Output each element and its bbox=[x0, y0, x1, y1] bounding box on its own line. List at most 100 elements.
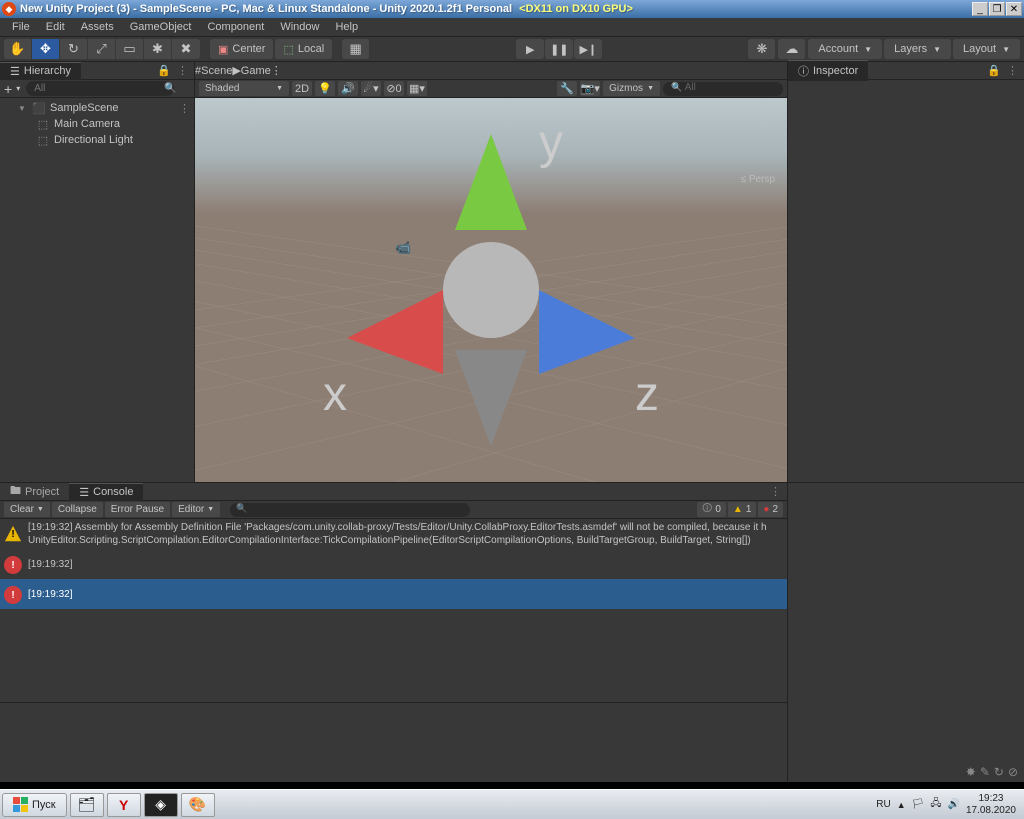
console-entry[interactable]: ! [19:19:32] bbox=[0, 549, 787, 579]
folder-icon: 🖿 bbox=[10, 482, 21, 501]
info-icon: 🛈 bbox=[702, 501, 712, 518]
svg-text:x: x bbox=[323, 368, 347, 421]
gameobject-main-camera[interactable]: ⬚Main Camera bbox=[0, 116, 194, 132]
status-icon[interactable]: ✸ bbox=[966, 765, 976, 779]
panel-menu-icon[interactable]: ⋮ bbox=[1007, 64, 1018, 77]
status-icon[interactable]: ✎ bbox=[980, 765, 990, 779]
tools-icon[interactable]: 🔧 bbox=[557, 81, 577, 96]
windows-taskbar: Пуск 🗂 Y ◈ 🎨 RU ▲ 🏳 🖧 🔊 19:23 17.08.2020 bbox=[0, 789, 1024, 819]
play-button[interactable]: ▶ bbox=[516, 39, 544, 59]
tray-volume-icon[interactable]: 🔊 bbox=[947, 799, 959, 810]
pivot-local-toggle[interactable]: ⬚Local bbox=[275, 39, 332, 59]
scene-root[interactable]: ▼⬛SampleScene⋮ bbox=[0, 100, 194, 116]
panel-lock-icon[interactable]: 🔒 bbox=[157, 64, 171, 77]
console-search[interactable]: 🔍 bbox=[230, 503, 470, 517]
error-pause-button[interactable]: Error Pause bbox=[105, 502, 170, 517]
gameobject-directional-light[interactable]: ⬚Directional Light bbox=[0, 132, 194, 148]
taskbar-app-unity[interactable]: ◈ bbox=[144, 793, 178, 817]
pivot-center-toggle[interactable]: ▣Center bbox=[210, 39, 273, 59]
info-count-badge[interactable]: 🛈0 bbox=[697, 502, 726, 517]
hierarchy-tree[interactable]: ▼⬛SampleScene⋮ ⬚Main Camera ⬚Directional… bbox=[0, 98, 194, 482]
step-button[interactable]: ▶❙ bbox=[574, 39, 602, 59]
panel-lock-icon[interactable]: 🔒 bbox=[987, 64, 1001, 77]
scale-tool[interactable]: ⤢ bbox=[88, 39, 116, 59]
snap-toggle[interactable]: ▦ bbox=[342, 39, 370, 59]
cloud-button[interactable]: ☁ bbox=[778, 39, 806, 59]
scene-search[interactable]: 🔍 All bbox=[663, 82, 783, 96]
taskbar-app-explorer[interactable]: 🗂 bbox=[70, 793, 104, 817]
panel-menu-icon[interactable]: ⋮ bbox=[271, 65, 282, 77]
taskbar-clock[interactable]: 19:23 17.08.2020 bbox=[966, 793, 1016, 817]
taskbar-app-paint[interactable]: 🎨 bbox=[181, 793, 215, 817]
transform-tool[interactable]: ✱ bbox=[144, 39, 172, 59]
error-icon: ! bbox=[4, 556, 22, 574]
editor-dropdown[interactable]: Editor▼ bbox=[172, 502, 220, 517]
windows-logo-icon bbox=[13, 797, 28, 812]
custom-tool[interactable]: ✖ bbox=[172, 39, 200, 59]
rotate-tool[interactable]: ↻ bbox=[60, 39, 88, 59]
hierarchy-search[interactable] bbox=[26, 81, 174, 96]
taskbar-app-yandex[interactable]: Y bbox=[107, 793, 141, 817]
status-icon[interactable]: ⊘ bbox=[1008, 765, 1018, 779]
inspector-panel: ⓘInspector 🔒 ⋮ bbox=[787, 62, 1024, 482]
warn-count-badge[interactable]: ▲1 bbox=[728, 502, 756, 517]
hidden-toggle[interactable]: ⊘0 bbox=[384, 81, 404, 96]
maximize-button[interactable]: ❐ bbox=[989, 2, 1005, 16]
tray-network-icon[interactable]: 🖧 bbox=[930, 796, 941, 813]
pause-button[interactable]: ❚❚ bbox=[545, 39, 573, 59]
layers-dropdown[interactable]: Layers▼ bbox=[884, 39, 951, 59]
layout-dropdown[interactable]: Layout▼ bbox=[953, 39, 1020, 59]
console-tab[interactable]: ☰Console bbox=[69, 483, 143, 501]
menu-help[interactable]: Help bbox=[327, 19, 366, 35]
scene-viewport[interactable]: 📹 ☀ x z y ≤ Persp bbox=[195, 98, 787, 482]
console-entry[interactable]: ! [19:19:32] Assembly for Assembly Defin… bbox=[0, 519, 787, 549]
tray-flag-icon[interactable]: 🏳 bbox=[912, 799, 925, 810]
menu-gameobject[interactable]: GameObject bbox=[122, 19, 200, 35]
rect-tool[interactable]: ▭ bbox=[116, 39, 144, 59]
orientation-gizmo[interactable]: x z y bbox=[195, 98, 787, 482]
account-dropdown[interactable]: Account▼ bbox=[808, 39, 882, 59]
menu-window[interactable]: Window bbox=[272, 19, 327, 35]
menu-edit[interactable]: Edit bbox=[38, 19, 73, 35]
2d-toggle[interactable]: 2D bbox=[292, 81, 312, 96]
error-count-badge[interactable]: ●2 bbox=[758, 502, 783, 517]
unity-app-icon: ◆ bbox=[2, 2, 16, 16]
lighting-toggle[interactable]: 💡 bbox=[315, 81, 335, 96]
clear-button[interactable]: Clear▼ bbox=[4, 502, 50, 517]
add-button[interactable]: + bbox=[4, 81, 12, 97]
menu-assets[interactable]: Assets bbox=[73, 19, 122, 35]
fx-toggle[interactable]: ☄▾ bbox=[361, 81, 381, 96]
grid-toggle[interactable]: ▦▾ bbox=[407, 81, 427, 96]
minimize-button[interactable]: _ bbox=[972, 2, 988, 16]
start-button[interactable]: Пуск bbox=[2, 793, 67, 817]
status-icon[interactable]: ↻ bbox=[994, 765, 1004, 779]
gizmos-dropdown[interactable]: Gizmos▼ bbox=[603, 81, 660, 96]
move-tool[interactable]: ✥ bbox=[32, 39, 60, 59]
menu-component[interactable]: Component bbox=[199, 19, 272, 35]
menu-file[interactable]: File bbox=[4, 19, 38, 35]
inspector-lower: ✸ ✎ ↻ ⊘ bbox=[787, 482, 1024, 782]
panel-menu-icon[interactable]: ⋮ bbox=[770, 485, 781, 498]
shading-dropdown[interactable]: Shaded▼ bbox=[199, 81, 289, 96]
inspector-tab[interactable]: ⓘInspector bbox=[788, 60, 868, 81]
collab-button[interactable]: ❋ bbox=[748, 39, 776, 59]
perspective-label[interactable]: ≤ Persp bbox=[741, 174, 775, 185]
panel-menu-icon[interactable]: ⋮ bbox=[177, 64, 188, 77]
camera-icon[interactable]: 📷▾ bbox=[580, 81, 600, 96]
item-menu-icon[interactable]: ⋮ bbox=[179, 102, 190, 115]
audio-toggle[interactable]: 🔊 bbox=[338, 81, 358, 96]
tray-chevron-icon[interactable]: ▲ bbox=[897, 800, 906, 810]
hierarchy-icon: ☰ bbox=[10, 65, 20, 78]
game-tab[interactable]: ▶Game bbox=[232, 64, 270, 77]
scene-tab[interactable]: #Scene bbox=[195, 65, 232, 77]
hand-tool[interactable]: ✋ bbox=[4, 39, 32, 59]
hierarchy-panel: ☰Hierarchy 🔒⋮ +▾ 🔍 ▼⬛SampleScene⋮ ⬚Main … bbox=[0, 62, 195, 482]
hierarchy-tab[interactable]: ☰Hierarchy bbox=[0, 62, 81, 80]
game-icon: ▶ bbox=[232, 65, 240, 77]
close-button[interactable]: ✕ bbox=[1006, 2, 1022, 16]
collapse-button[interactable]: Collapse bbox=[52, 502, 103, 517]
project-tab[interactable]: 🖿Project bbox=[0, 480, 69, 503]
unity-scene-icon: ⬛ bbox=[32, 101, 46, 115]
language-indicator[interactable]: RU bbox=[876, 799, 890, 810]
console-entry[interactable]: ! [19:19:32] bbox=[0, 579, 787, 609]
